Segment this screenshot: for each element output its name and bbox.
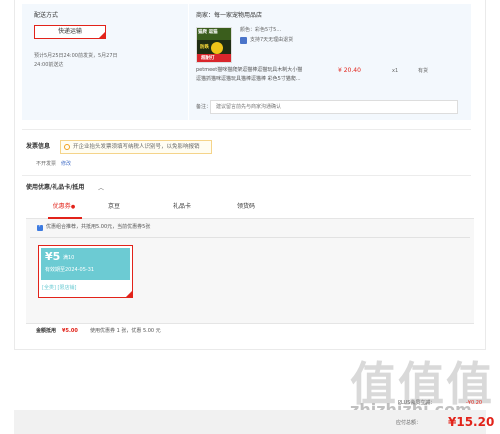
product-price: ¥ 20.40	[338, 67, 361, 74]
discount-section-title[interactable]: 使用优惠/礼品卡/抵用	[26, 184, 84, 192]
stock-status: 有货	[418, 68, 429, 74]
payable-label: 应付总额：	[396, 420, 422, 426]
coupon-header: ¥5 满10 有效期至2024-05-31	[41, 248, 130, 280]
section-divider	[22, 129, 471, 130]
delivery-estimate-line2: 24:00前送达	[34, 62, 64, 68]
remark-label: 备注：	[196, 104, 212, 110]
return-policy-icon	[240, 37, 247, 44]
thumb-text-2: 防跌	[200, 45, 209, 50]
coupon-card[interactable]: ¥5 满10 有效期至2024-05-31 [全类] [限店铺]	[38, 245, 133, 298]
summary-divider	[26, 323, 474, 324]
coupon-condition: 满10	[63, 255, 75, 261]
product-thumbnail[interactable]: 猫爬 逗猫 防跌 超耐打	[196, 27, 232, 63]
coupon-amount: ¥5	[45, 250, 61, 263]
tab-redeem-code[interactable]: 领货码	[216, 199, 276, 215]
shipping-title: 配送方式	[34, 12, 59, 19]
payable-total: ¥15.20	[448, 415, 495, 429]
section-divider	[22, 175, 471, 176]
payment-bar: 应付总额： ¥15.20	[14, 410, 494, 434]
discount-summary-amount: ¥5.00	[62, 328, 78, 334]
invoice-title: 发票信息	[26, 143, 51, 150]
recommend-checkbox[interactable]: ✓	[37, 223, 43, 231]
invoice-status: 不开发票	[36, 161, 57, 167]
recommend-text: 优惠组合推荐，共抵用5.00元，当前优惠券5张	[46, 224, 151, 230]
product-title-line1[interactable]: petmeet猫咪猫爬架逗猫棒逗猫玩具木制大小猫	[196, 67, 302, 74]
tab-jd-beans[interactable]: 京豆	[84, 199, 144, 215]
invoice-notice-text: 开企业抬头发票须填写纳税人识别号，以免影响报销	[73, 144, 200, 150]
plus-discount-amount: -¥0.20	[466, 400, 483, 406]
product-title-line2[interactable]: 逗猫抓猫咪逗猫玩具猫棒逗猫棒 彩色5寸猫爬...	[196, 76, 301, 83]
remark-input[interactable]	[210, 100, 458, 114]
order-box-divider	[188, 4, 189, 120]
selected-corner-icon	[126, 291, 132, 297]
discount-summary-label: 金额抵用	[36, 328, 57, 334]
invoice-edit-link[interactable]: 修改	[61, 161, 71, 168]
invoice-notice: 开企业抬头发票须填写纳税人识别号，以免影响报销	[60, 140, 212, 154]
thumb-text-1: 猫爬 逗猫	[198, 30, 218, 35]
shipping-option-express[interactable]: 快递运输	[34, 25, 106, 39]
delivery-estimate-line1: 预计5月25日24:00前发货，5月27日	[34, 53, 118, 59]
seller-name[interactable]: 商家：每一家宠物用品店	[196, 12, 262, 20]
info-icon	[64, 144, 70, 150]
discount-tabs: 优惠券● 京豆 礼品卡 领货码	[26, 199, 474, 219]
shipping-option-label: 快递运输	[57, 28, 82, 35]
tab-gift-card[interactable]: 礼品卡	[152, 199, 212, 215]
chevron-up-icon[interactable]: ︿	[98, 186, 104, 192]
coupon-tags: [全类] [限店铺]	[42, 285, 77, 291]
thumb-text-3: 超耐打	[201, 56, 215, 61]
coupon-divider	[30, 237, 470, 238]
discount-summary-detail: 使用优惠券 1 张，优惠 5.00 元	[90, 328, 161, 334]
product-color: 颜色：彩色5寸5...	[240, 27, 282, 33]
return-policy-note: 支持7天无理由退货	[250, 37, 294, 43]
product-quantity: x1	[392, 68, 399, 74]
plus-discount-label: PLUS会员立减：	[398, 400, 436, 406]
coupon-expiry: 有效期至2024-05-31	[45, 267, 95, 273]
selected-corner-icon	[99, 32, 105, 38]
